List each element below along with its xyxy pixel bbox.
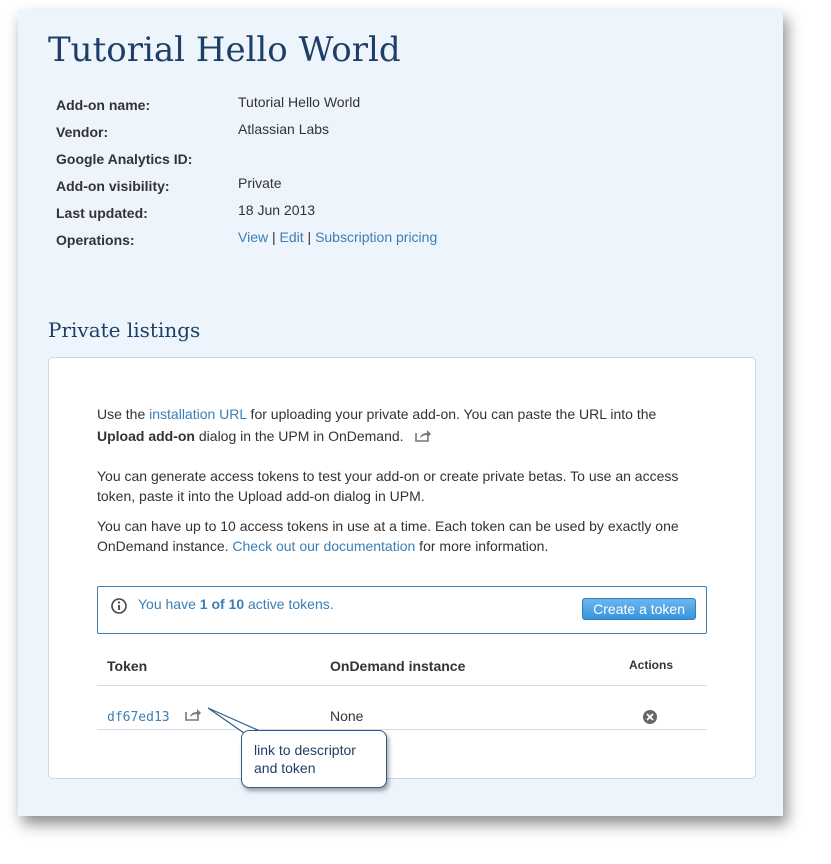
operations-links: View | Edit | Subscription pricing xyxy=(238,229,437,245)
tokens-paragraph: You can generate access tokens to test y… xyxy=(97,468,679,504)
create-token-button[interactable]: Create a token xyxy=(582,598,696,620)
divider xyxy=(97,729,707,730)
remove-icon[interactable] xyxy=(642,709,658,728)
token-count-notice: You have 1 of 10 active tokens. Create a… xyxy=(97,586,707,634)
private-listings-heading: Private listings xyxy=(48,318,201,342)
text: for uploading your private add-on. You c… xyxy=(246,406,657,422)
divider xyxy=(97,685,707,686)
page-title: Tutorial Hello World xyxy=(48,30,401,70)
detail-label: Vendor: xyxy=(56,124,109,140)
detail-label: Add-on name: xyxy=(56,97,151,113)
text: active tokens. xyxy=(244,596,334,612)
installation-url-link[interactable]: installation URL xyxy=(149,406,247,422)
detail-value: 18 Jun 2013 xyxy=(238,202,316,218)
column-header-instance: OnDemand instance xyxy=(330,658,466,674)
detail-value: Private xyxy=(238,175,282,191)
share-icon[interactable] xyxy=(415,427,432,447)
detail-value: Tutorial Hello World xyxy=(238,94,361,110)
documentation-link[interactable]: Check out our documentation xyxy=(232,538,415,554)
installation-paragraph: Use the installation URL for uploading y… xyxy=(97,404,687,447)
column-header-token: Token xyxy=(107,658,148,674)
text: for more information. xyxy=(415,538,549,554)
callout-line: link to descriptor xyxy=(254,742,356,758)
separator: | xyxy=(271,229,276,245)
token-count-text: You have 1 of 10 active tokens. xyxy=(138,596,334,612)
detail-label: Last updated: xyxy=(56,205,148,221)
info-icon xyxy=(110,597,128,620)
edit-link[interactable]: Edit xyxy=(280,229,304,245)
subscription-pricing-link[interactable]: Subscription pricing xyxy=(315,229,437,245)
limits-paragraph: You can have up to 10 access tokens in u… xyxy=(97,516,687,556)
vendor-link[interactable]: Atlassian Labs xyxy=(238,121,329,137)
detail-label: Operations: xyxy=(56,232,135,248)
detail-label: Add-on visibility: xyxy=(56,178,170,194)
separator: | xyxy=(307,229,312,245)
text: You have xyxy=(138,596,200,612)
column-header-actions: Actions xyxy=(629,658,674,672)
upload-addon-text: Upload add-on xyxy=(97,428,195,444)
text: dialog in the UPM in OnDemand. xyxy=(195,428,404,444)
callout-annotation: link to descriptor and token xyxy=(241,730,387,788)
share-icon[interactable] xyxy=(185,708,202,724)
text: Use the xyxy=(97,406,150,422)
token-count: 1 of 10 xyxy=(199,596,245,612)
page-panel: Tutorial Hello World Add-on name: Tutori… xyxy=(18,10,783,816)
private-listings-card: Use the installation URL for uploading y… xyxy=(48,357,756,779)
callout-line: and token xyxy=(254,760,316,776)
token-link[interactable]: df67ed13 xyxy=(107,710,170,725)
instance-value: None xyxy=(330,708,364,724)
detail-label: Google Analytics ID: xyxy=(56,151,193,167)
view-link[interactable]: View xyxy=(238,229,268,245)
